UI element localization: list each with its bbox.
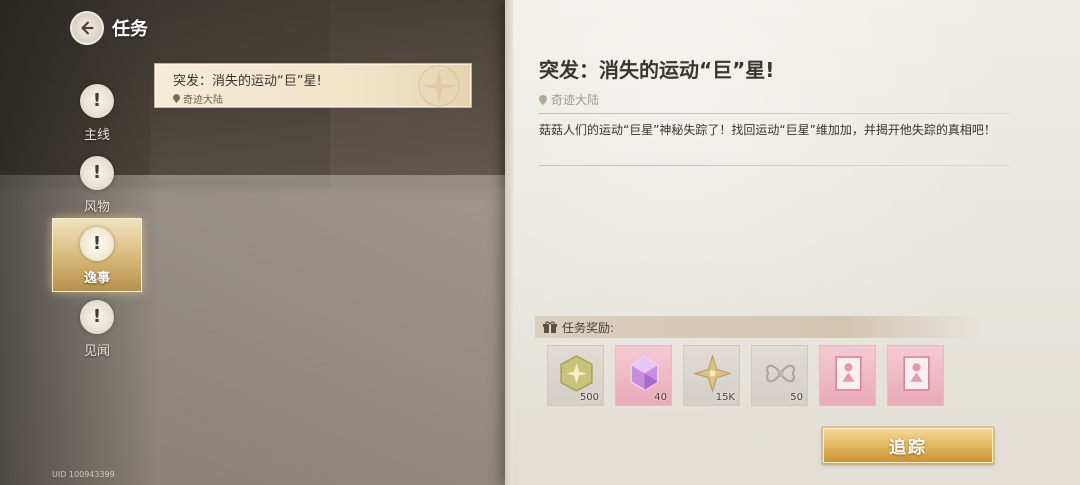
back-arrow-icon — [81, 21, 94, 35]
reward-list: 500 40 15K 50 — [547, 345, 944, 406]
quest-location-text: 奇迹大陆 — [183, 95, 223, 106]
photo-card-icon — [835, 356, 862, 391]
quest-detail-panel: 突发：消失的运动“巨”星! 奇迹大陆 菇菇人们的运动“巨星”神秘失踪了！找回运动… — [505, 0, 1080, 485]
exclamation-icon: ! — [80, 300, 114, 334]
uid-text: UID 100943399 — [52, 470, 115, 479]
page-title: 任务 — [112, 19, 148, 40]
reward-header: 任务奖励: — [535, 316, 980, 338]
exclamation-icon: ! — [80, 227, 114, 261]
pink-gem-icon — [630, 356, 659, 391]
reward-item[interactable]: 500 — [547, 345, 604, 406]
category-tab-main[interactable]: ! 主线 — [52, 76, 142, 150]
location-pin-icon — [539, 94, 547, 105]
reward-count: 40 — [654, 392, 667, 403]
detail-location-text: 奇迹大陆 — [551, 93, 600, 107]
reward-item[interactable] — [887, 345, 944, 406]
reward-count: 15K — [715, 392, 735, 403]
detail-description: 菇菇人们的运动“巨星”神秘失踪了！找回运动“巨星”维加加，并揭开他失踪的真相吧！ — [539, 123, 996, 137]
location-pin-icon — [173, 94, 180, 103]
category-label: 逸事 — [83, 271, 110, 286]
exclamation-icon: ! — [80, 156, 114, 190]
category-tab-insight[interactable]: ! 见闻 — [52, 292, 142, 366]
quest-list-item[interactable]: 突发：消失的运动“巨”星! 奇迹大陆 — [154, 63, 472, 108]
category-label: 见闻 — [83, 344, 110, 359]
reward-label: 任务奖励: — [562, 320, 615, 335]
category-label: 风物 — [83, 200, 110, 215]
quest-title: 突发：消失的运动“巨”星! — [173, 74, 322, 89]
reward-count: 50 — [790, 392, 803, 403]
ribbon-bow-icon — [766, 364, 795, 383]
category-label: 主线 — [83, 128, 110, 143]
reward-item[interactable]: 50 — [751, 345, 808, 406]
reward-count: 500 — [579, 392, 599, 403]
category-tab-anecdote[interactable]: ! 逸事 — [52, 218, 142, 292]
photo-card-icon — [903, 356, 930, 391]
star-badge-icon — [560, 355, 593, 392]
reward-item[interactable]: 40 — [615, 345, 672, 406]
gift-icon — [543, 321, 557, 333]
category-tab-scenery[interactable]: ! 风物 — [52, 148, 142, 222]
gold-star-icon — [693, 354, 732, 393]
detail-location: 奇迹大陆 — [539, 91, 599, 108]
reward-item[interactable] — [819, 345, 876, 406]
track-button-label: 追踪 — [889, 438, 927, 458]
detail-title: 突发：消失的运动“巨”星! — [539, 58, 775, 82]
exclamation-icon: ! — [80, 84, 114, 118]
compass-flower-icon — [418, 65, 460, 107]
reward-item[interactable]: 15K — [683, 345, 740, 406]
back-button[interactable] — [70, 11, 104, 45]
divider — [539, 113, 1009, 114]
track-button[interactable]: 追踪 — [823, 428, 993, 463]
header: 任务 — [70, 10, 148, 46]
divider — [539, 165, 1009, 166]
quest-location: 奇迹大陆 — [173, 91, 223, 106]
